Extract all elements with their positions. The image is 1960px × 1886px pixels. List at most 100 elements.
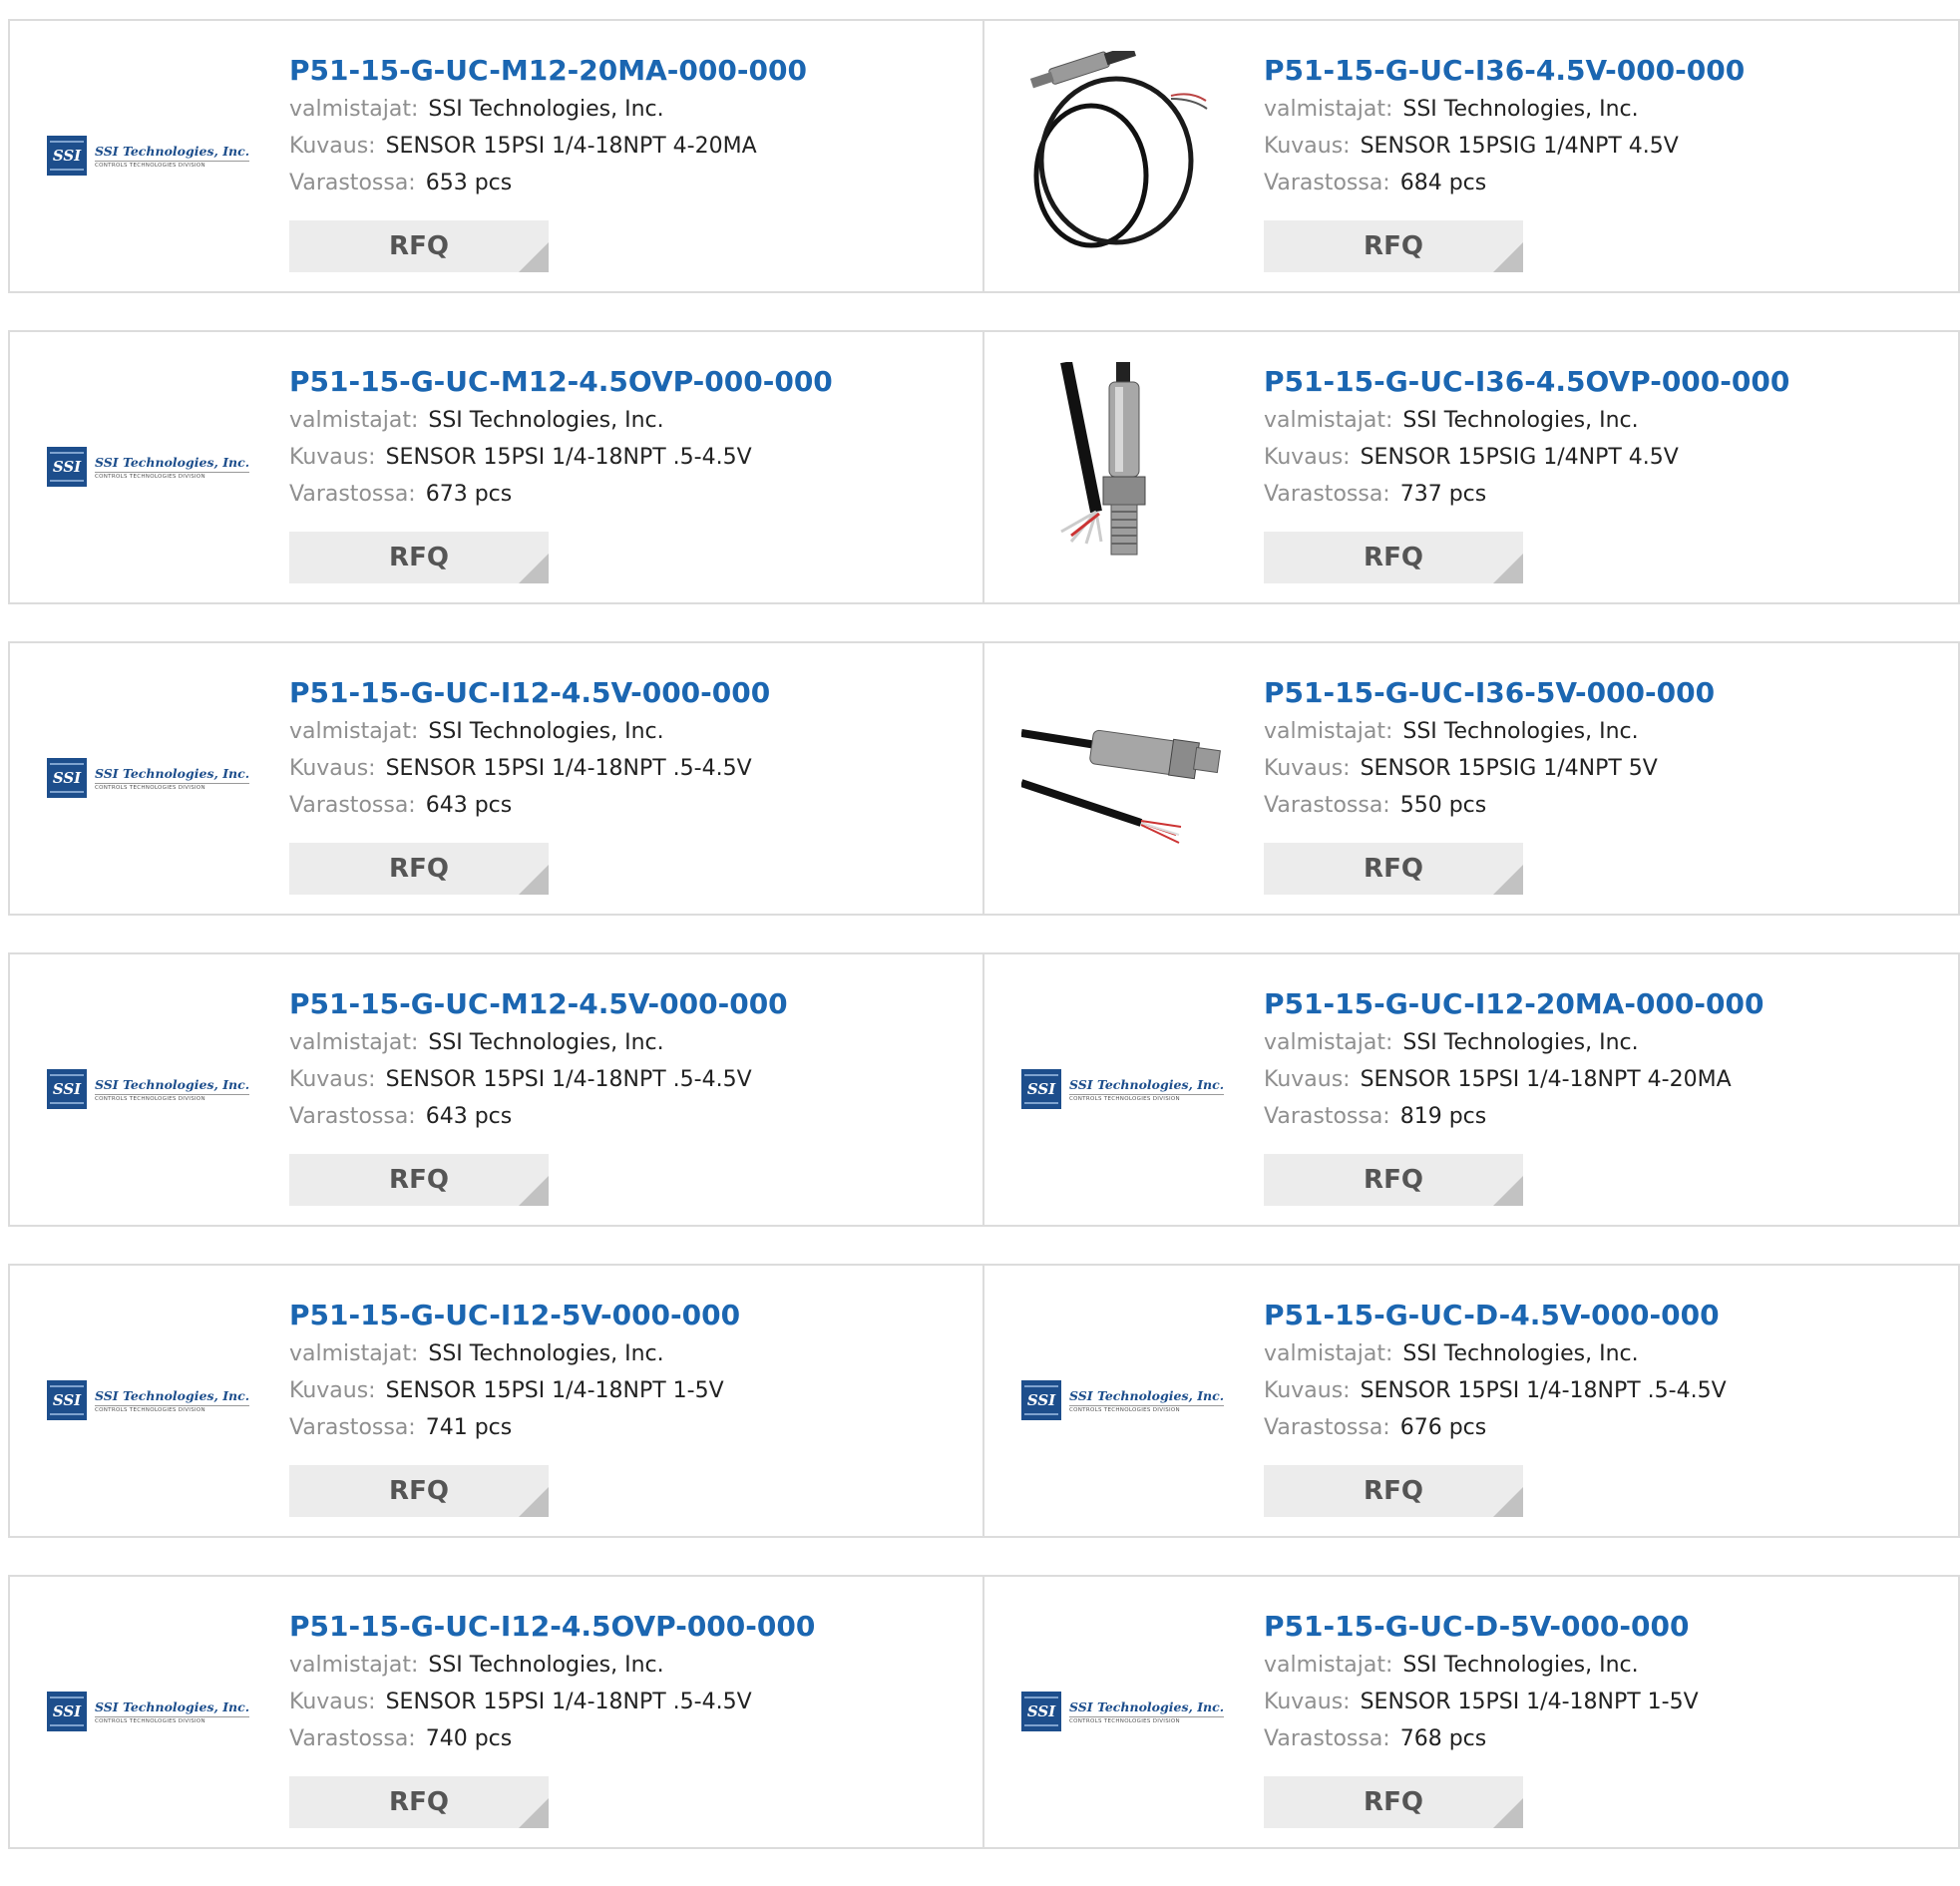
product-image[interactable]: SSI SSI Technologies, Inc. CONTROLS TECH… [42, 1296, 251, 1505]
rfq-button[interactable]: RFQ [289, 843, 549, 895]
description-row: Kuvaus: SENSOR 15PSI 1/4-18NPT 1-5V [289, 1372, 963, 1409]
description-label: Kuvaus: [289, 445, 376, 470]
product-info: P51-15-G-UC-M12-4.5V-000-000 valmistajat… [289, 984, 963, 1135]
product-card: P51-15-G-UC-I36-4.5OVP-000-000 valmistaj… [982, 330, 1960, 604]
product-row: SSI SSI Technologies, Inc. CONTROLS TECH… [8, 19, 1960, 293]
manufacturer-label: valmistajat: [289, 1341, 419, 1366]
product-image[interactable] [1016, 51, 1226, 260]
stock-value: 676 pcs [1399, 1415, 1487, 1440]
ssi-logo-mark: SSI [47, 136, 87, 176]
product-title-link[interactable]: P51-15-G-UC-I36-4.5OVP-000-000 [1264, 362, 1938, 402]
ssi-logo-subtitle: CONTROLS TECHNOLOGIES DIVISION [95, 471, 250, 480]
rfq-button[interactable]: RFQ [1264, 1776, 1523, 1828]
product-title-link[interactable]: P51-15-G-UC-D-5V-000-000 [1264, 1607, 1938, 1647]
ssi-logo-subtitle: CONTROLS TECHNOLOGIES DIVISION [95, 1404, 250, 1413]
product-image[interactable] [1016, 673, 1226, 883]
rfq-label: RFQ [389, 231, 449, 261]
description-value: SENSOR 15PSI 1/4-18NPT 4-20MA [385, 134, 757, 159]
description-value: SENSOR 15PSIG 1/4NPT 4.5V [1360, 445, 1679, 470]
product-title-link[interactable]: P51-15-G-UC-I12-4.5V-000-000 [289, 673, 963, 713]
ssi-logo: SSI SSI Technologies, Inc. CONTROLS TECH… [47, 1692, 250, 1731]
product-title-link[interactable]: P51-15-G-UC-M12-4.5OVP-000-000 [289, 362, 963, 402]
ssi-logo-subtitle: CONTROLS TECHNOLOGIES DIVISION [95, 1093, 250, 1102]
product-info: P51-15-G-UC-I12-4.5OVP-000-000 valmistaj… [289, 1607, 963, 1757]
product-row: SSI SSI Technologies, Inc. CONTROLS TECH… [8, 641, 1960, 916]
product-image[interactable]: SSI SSI Technologies, Inc. CONTROLS TECH… [1016, 984, 1226, 1194]
ssi-logo-name: SSI Technologies, Inc. [1069, 1698, 1225, 1714]
product-row: SSI SSI Technologies, Inc. CONTROLS TECH… [8, 1575, 1960, 1849]
product-image[interactable]: SSI SSI Technologies, Inc. CONTROLS TECH… [42, 984, 251, 1194]
product-image[interactable]: SSI SSI Technologies, Inc. CONTROLS TECH… [1016, 1296, 1226, 1505]
stock-row: Varastossa: 673 pcs [289, 476, 963, 513]
rfq-label: RFQ [389, 543, 449, 572]
description-value: SENSOR 15PSI 1/4-18NPT .5-4.5V [385, 445, 752, 470]
stock-label: Varastossa: [289, 1726, 416, 1751]
stock-label: Varastossa: [1264, 482, 1390, 507]
product-image[interactable]: SSI SSI Technologies, Inc. CONTROLS TECH… [42, 673, 251, 883]
rfq-label: RFQ [1364, 231, 1423, 261]
product-image[interactable]: SSI SSI Technologies, Inc. CONTROLS TECH… [1016, 1607, 1226, 1816]
rfq-corner-decoration [519, 865, 549, 895]
ssi-logo-mark: SSI [1021, 1380, 1061, 1420]
rfq-label: RFQ [1364, 1165, 1423, 1195]
manufacturer-row: valmistajat: SSI Technologies, Inc. [289, 1335, 963, 1372]
rfq-corner-decoration [519, 242, 549, 272]
stock-value: 737 pcs [1399, 482, 1487, 507]
product-row: SSI SSI Technologies, Inc. CONTROLS TECH… [8, 952, 1960, 1227]
product-title-link[interactable]: P51-15-G-UC-M12-20MA-000-000 [289, 51, 963, 91]
product-title-link[interactable]: P51-15-G-UC-I36-4.5V-000-000 [1264, 51, 1938, 91]
product-title-link[interactable]: P51-15-G-UC-I12-20MA-000-000 [1264, 984, 1938, 1024]
stock-value: 550 pcs [1399, 793, 1487, 818]
manufacturer-row: valmistajat: SSI Technologies, Inc. [289, 402, 963, 439]
ssi-logo-subtitle: CONTROLS TECHNOLOGIES DIVISION [1069, 1093, 1225, 1102]
rfq-button[interactable]: RFQ [289, 532, 549, 583]
manufacturer-value: SSI Technologies, Inc. [428, 1653, 664, 1678]
ssi-logo: SSI SSI Technologies, Inc. CONTROLS TECH… [47, 447, 250, 487]
stock-row: Varastossa: 768 pcs [1264, 1720, 1938, 1757]
product-image[interactable]: SSI SSI Technologies, Inc. CONTROLS TECH… [42, 362, 251, 571]
rfq-button[interactable]: RFQ [289, 1465, 549, 1517]
ssi-logo-mark: SSI [1021, 1692, 1061, 1731]
description-value: SENSOR 15PSI 1/4-18NPT .5-4.5V [1360, 1378, 1727, 1403]
product-title-link[interactable]: P51-15-G-UC-M12-4.5V-000-000 [289, 984, 963, 1024]
rfq-label: RFQ [1364, 854, 1423, 884]
rfq-button[interactable]: RFQ [1264, 220, 1523, 272]
description-value: SENSOR 15PSI 1/4-18NPT 4-20MA [1360, 1067, 1732, 1092]
description-label: Kuvaus: [1264, 1067, 1351, 1092]
manufacturer-value: SSI Technologies, Inc. [1402, 719, 1639, 744]
product-info: P51-15-G-UC-I36-5V-000-000 valmistajat: S… [1264, 673, 1938, 824]
rfq-corner-decoration [519, 1176, 549, 1206]
ssi-logo: SSI SSI Technologies, Inc. CONTROLS TECH… [47, 1380, 250, 1420]
description-row: Kuvaus: SENSOR 15PSI 1/4-18NPT .5-4.5V [1264, 1372, 1938, 1409]
product-title-link[interactable]: P51-15-G-UC-I36-5V-000-000 [1264, 673, 1938, 713]
rfq-button[interactable]: RFQ [1264, 843, 1523, 895]
ssi-logo: SSI SSI Technologies, Inc. CONTROLS TECH… [1021, 1380, 1225, 1420]
product-info: P51-15-G-UC-I12-4.5V-000-000 valmistajat… [289, 673, 963, 824]
product-image[interactable]: SSI SSI Technologies, Inc. CONTROLS TECH… [42, 1607, 251, 1816]
manufacturer-value: SSI Technologies, Inc. [428, 1030, 664, 1055]
stock-row: Varastossa: 819 pcs [1264, 1098, 1938, 1135]
rfq-button[interactable]: RFQ [1264, 532, 1523, 583]
description-label: Kuvaus: [289, 756, 376, 781]
rfq-button[interactable]: RFQ [1264, 1154, 1523, 1206]
manufacturer-row: valmistajat: SSI Technologies, Inc. [1264, 91, 1938, 128]
description-value: SENSOR 15PSIG 1/4NPT 5V [1360, 756, 1658, 781]
manufacturer-label: valmistajat: [1264, 719, 1393, 744]
description-row: Kuvaus: SENSOR 15PSI 1/4-18NPT 4-20MA [289, 128, 963, 165]
product-card: SSI SSI Technologies, Inc. CONTROLS TECH… [982, 1264, 1960, 1538]
description-row: Kuvaus: SENSOR 15PSI 1/4-18NPT 4-20MA [1264, 1061, 1938, 1098]
rfq-button[interactable]: RFQ [1264, 1465, 1523, 1517]
product-title-link[interactable]: P51-15-G-UC-I12-5V-000-000 [289, 1296, 963, 1335]
product-title-link[interactable]: P51-15-G-UC-I12-4.5OVP-000-000 [289, 1607, 963, 1647]
ssi-logo-mark: SSI [47, 758, 87, 798]
product-image[interactable]: SSI SSI Technologies, Inc. CONTROLS TECH… [42, 51, 251, 260]
product-grid: SSI SSI Technologies, Inc. CONTROLS TECH… [8, 19, 1960, 1886]
product-info: P51-15-G-UC-I36-4.5V-000-000 valmistajat… [1264, 51, 1938, 201]
product-title-link[interactable]: P51-15-G-UC-D-4.5V-000-000 [1264, 1296, 1938, 1335]
stock-value: 643 pcs [425, 1104, 513, 1129]
stock-label: Varastossa: [289, 171, 416, 195]
rfq-button[interactable]: RFQ [289, 220, 549, 272]
rfq-button[interactable]: RFQ [289, 1776, 549, 1828]
product-image[interactable] [1016, 362, 1226, 571]
rfq-button[interactable]: RFQ [289, 1154, 549, 1206]
